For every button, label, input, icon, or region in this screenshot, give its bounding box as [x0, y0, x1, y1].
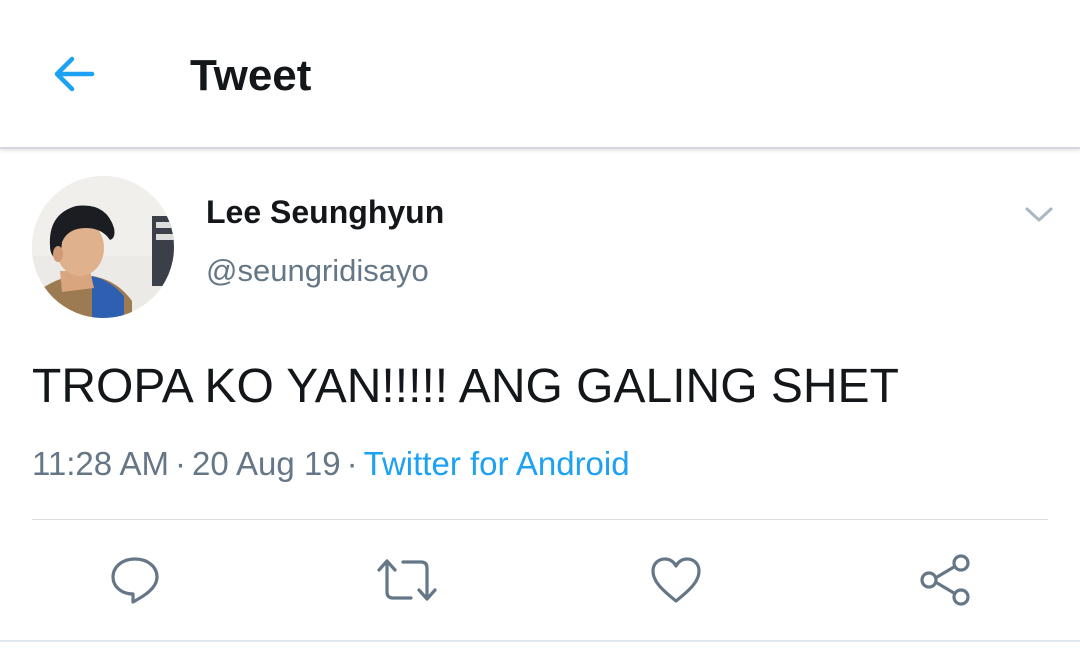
author-handle[interactable]: @seungridisayo	[206, 252, 429, 290]
share-button[interactable]	[917, 552, 973, 608]
divider	[0, 640, 1080, 642]
tweet-source-link[interactable]: Twitter for Android	[364, 445, 630, 482]
tweet-options-button[interactable]	[1018, 198, 1060, 232]
retweet-icon	[377, 559, 437, 601]
tweet-time: 11:28 AM	[32, 445, 169, 482]
author-name[interactable]: Lee Seunghyun	[206, 193, 444, 231]
arrow-left-icon	[54, 56, 95, 92]
back-button[interactable]	[46, 50, 102, 98]
share-icon	[920, 554, 970, 606]
retweet-button[interactable]	[375, 552, 439, 608]
page-title: Tweet	[190, 51, 312, 100]
tweet-date: 20 Aug 19	[191, 445, 341, 482]
reply-icon	[111, 557, 159, 604]
tweet-text: TROPA KO YAN!!!!! ANG GALING SHET	[32, 360, 899, 413]
chevron-down-icon	[1025, 207, 1053, 222]
reply-button[interactable]	[107, 552, 163, 608]
app-header: Tweet	[0, 0, 1080, 149]
tweet-metadata: 11:28 AM · 20 Aug 19 · Twitter for Android	[32, 443, 630, 485]
meta-separator: ·	[346, 445, 358, 482]
avatar-image	[32, 176, 174, 318]
divider	[32, 519, 1048, 520]
meta-separator: ·	[174, 445, 186, 482]
like-button[interactable]	[648, 552, 704, 608]
tweet-screen: Tweet Lee Seunghyun @seungridisayo TROPA…	[0, 0, 1080, 648]
like-icon	[651, 557, 701, 603]
avatar[interactable]	[32, 176, 174, 318]
